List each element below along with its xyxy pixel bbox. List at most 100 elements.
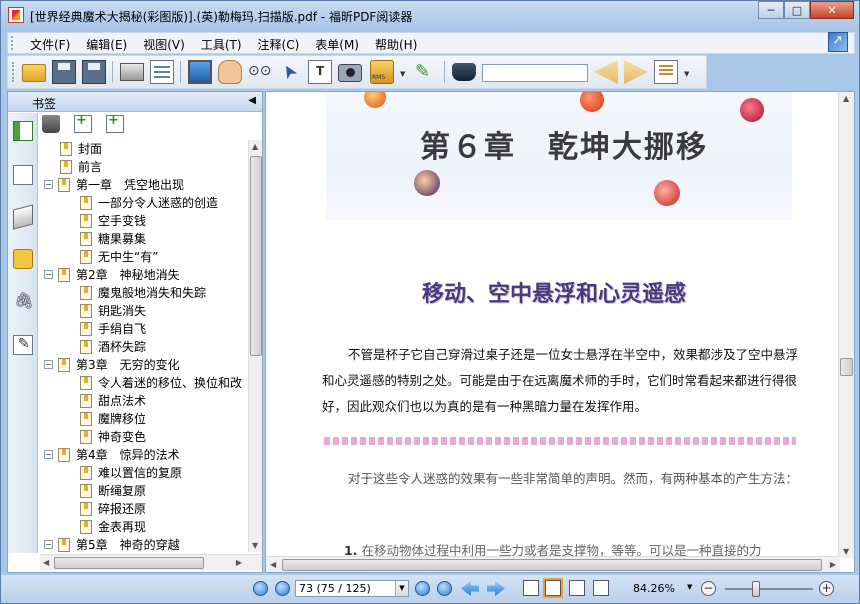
delete-bookmark-icon[interactable] bbox=[42, 115, 60, 133]
maximize-button[interactable]: □ bbox=[784, 1, 810, 19]
last-page-icon[interactable] bbox=[437, 581, 452, 596]
search-input[interactable] bbox=[482, 64, 588, 82]
bookmark-item[interactable]: 糖果募集 bbox=[40, 230, 248, 248]
collapse-panel-icon[interactable]: ◀ bbox=[248, 95, 256, 106]
scroll-down-arrow[interactable]: ▼ bbox=[252, 541, 258, 550]
toolbar-grip[interactable] bbox=[12, 62, 15, 82]
search-options-dropdown-arrow[interactable]: ▼ bbox=[684, 70, 689, 78]
bookmark-chapter[interactable]: − 第5章 神奇的穿越 bbox=[40, 536, 248, 552]
menu-item[interactable]: 编辑(E) bbox=[78, 36, 135, 53]
scroll-up-arrow[interactable]: ▲ bbox=[843, 94, 849, 103]
pages-tab-icon[interactable] bbox=[13, 165, 33, 185]
sign-icon[interactable] bbox=[412, 60, 436, 84]
bookmark-item[interactable]: 空手变钱 bbox=[40, 212, 248, 230]
document-vertical-scroll-thumb[interactable] bbox=[840, 358, 853, 376]
bookmark-chapter[interactable]: − 第2章 神秘地消失 bbox=[40, 266, 248, 284]
bookmark-chapter[interactable]: − 第3章 无穷的变化 bbox=[40, 356, 248, 374]
bookmark-item[interactable]: 钥匙消失 bbox=[40, 302, 248, 320]
menu-item[interactable]: 表单(M) bbox=[307, 36, 367, 53]
bookmark-item[interactable]: 金表再现 bbox=[40, 518, 248, 536]
continuous-view-icon[interactable] bbox=[545, 580, 561, 596]
scroll-left-arrow[interactable]: ◀ bbox=[43, 558, 49, 567]
menu-item[interactable]: 注释(C) bbox=[250, 36, 308, 53]
bookmarks-tab-icon[interactable] bbox=[13, 121, 33, 141]
add-child-bookmark-icon[interactable] bbox=[106, 113, 124, 133]
facing-view-icon[interactable] bbox=[569, 580, 585, 596]
comments-tab-icon[interactable] bbox=[13, 249, 33, 269]
zoom-slider-track[interactable] bbox=[725, 588, 813, 590]
collapse-toggle-icon[interactable]: − bbox=[44, 360, 53, 369]
close-button[interactable]: ✕ bbox=[810, 1, 854, 19]
scroll-down-arrow[interactable]: ▼ bbox=[843, 547, 849, 556]
properties-icon[interactable] bbox=[150, 60, 174, 84]
bookmark-item[interactable]: 令人着迷的移位、换位和改 bbox=[40, 374, 248, 392]
open-icon[interactable] bbox=[22, 64, 46, 82]
add-bookmark-icon[interactable] bbox=[74, 113, 92, 133]
minimize-button[interactable]: ─ bbox=[758, 1, 784, 19]
zoom-in-button[interactable]: + bbox=[819, 581, 834, 596]
scroll-right-arrow[interactable]: ▶ bbox=[236, 558, 242, 567]
page-dropdown-arrow[interactable]: ▼ bbox=[395, 581, 408, 596]
menu-item[interactable]: 工具(T) bbox=[193, 36, 250, 53]
collapse-toggle-icon[interactable]: − bbox=[44, 270, 53, 279]
scroll-right-arrow[interactable]: ▶ bbox=[830, 560, 836, 569]
bookmark-vertical-scrollbar[interactable]: ▲ ▼ bbox=[248, 140, 262, 552]
bookmark-item[interactable]: 魔鬼般地消失和失踪 bbox=[40, 284, 248, 302]
zoom-level[interactable]: 84.26% bbox=[633, 582, 675, 595]
go-back-icon[interactable] bbox=[461, 581, 479, 596]
bookmark-item[interactable]: 神奇变色 bbox=[40, 428, 248, 446]
bookmark-item[interactable]: 封面 bbox=[40, 140, 248, 158]
rms-dropdown-arrow[interactable]: ▼ bbox=[400, 70, 405, 78]
next-page-icon[interactable] bbox=[415, 581, 430, 596]
bookmark-item[interactable]: 难以置信的复原 bbox=[40, 464, 248, 482]
document-horizontal-scroll-thumb[interactable] bbox=[282, 559, 822, 571]
bookmark-item[interactable]: 碎报还原 bbox=[40, 500, 248, 518]
zoom-dropdown-arrow[interactable]: ▼ bbox=[687, 583, 692, 591]
bookmark-item[interactable]: 甜点法术 bbox=[40, 392, 248, 410]
bookmark-vertical-scroll-thumb[interactable] bbox=[250, 156, 262, 356]
collapse-toggle-icon[interactable]: − bbox=[44, 450, 53, 459]
layers-tab-icon[interactable] bbox=[13, 204, 33, 230]
text-select-icon[interactable] bbox=[308, 60, 332, 84]
go-forward-icon[interactable] bbox=[487, 581, 505, 596]
bookmark-horizontal-scroll-thumb[interactable] bbox=[54, 557, 204, 569]
previous-page-icon[interactable] bbox=[275, 581, 290, 596]
menu-grip[interactable] bbox=[11, 36, 14, 50]
scroll-left-arrow[interactable]: ◀ bbox=[270, 560, 276, 569]
fullscreen-icon[interactable] bbox=[188, 60, 212, 84]
attachments-tab-icon[interactable] bbox=[13, 291, 34, 311]
bookmark-chapter[interactable]: − 第4章 惊异的法术 bbox=[40, 446, 248, 464]
hand-tool-icon[interactable] bbox=[218, 60, 242, 84]
bookmark-item[interactable]: 无中生“有” bbox=[40, 248, 248, 266]
zoom-tool-icon[interactable] bbox=[248, 60, 272, 84]
first-page-icon[interactable] bbox=[253, 581, 268, 596]
find-icon[interactable] bbox=[452, 63, 476, 81]
menu-item[interactable]: 帮助(H) bbox=[367, 36, 425, 53]
menu-item[interactable]: 文件(F) bbox=[22, 36, 78, 53]
bookmark-item[interactable]: 前言 bbox=[40, 158, 248, 176]
bookmark-item[interactable]: 魔牌移位 bbox=[40, 410, 248, 428]
collapse-toggle-icon[interactable]: − bbox=[44, 540, 53, 549]
menu-item[interactable]: 视图(V) bbox=[135, 36, 193, 53]
zoom-slider-thumb[interactable] bbox=[751, 581, 760, 597]
bookmark-horizontal-scrollbar[interactable]: ◀ ▶ bbox=[40, 554, 262, 570]
next-result-icon[interactable] bbox=[624, 60, 648, 84]
snapshot-icon[interactable] bbox=[338, 64, 362, 82]
bookmark-item[interactable]: 手绢自飞 bbox=[40, 320, 248, 338]
prev-result-icon[interactable] bbox=[594, 60, 618, 84]
bookmark-item[interactable]: 一部分令人迷惑的创造 bbox=[40, 194, 248, 212]
save-as-icon[interactable] bbox=[82, 60, 106, 84]
restore-view-icon[interactable] bbox=[828, 32, 848, 52]
zoom-out-button[interactable]: − bbox=[701, 581, 716, 596]
rms-icon[interactable] bbox=[370, 60, 394, 84]
document-vertical-scrollbar[interactable]: ▲ ▼ bbox=[838, 92, 854, 558]
signatures-tab-icon[interactable] bbox=[13, 335, 33, 355]
bookmark-item[interactable]: 断绳复原 bbox=[40, 482, 248, 500]
search-options-icon[interactable] bbox=[654, 60, 678, 84]
save-icon[interactable] bbox=[52, 60, 76, 84]
single-page-view-icon[interactable] bbox=[523, 580, 539, 596]
document-horizontal-scrollbar[interactable]: ◀ ▶ bbox=[266, 556, 840, 572]
document-view[interactable]: 第６章 乾坤大挪移 移动、空中悬浮和心灵遥感 不管是杯子它自己穿滑过桌子还是一位… bbox=[265, 91, 855, 573]
bookmark-chapter[interactable]: − 第一章 凭空地出现 bbox=[40, 176, 248, 194]
bookmark-item[interactable]: 酒杯失踪 bbox=[40, 338, 248, 356]
